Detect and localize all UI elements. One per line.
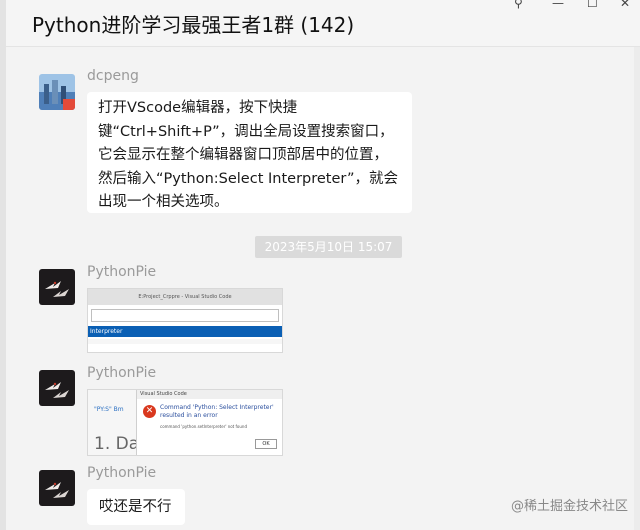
image-selected-option: Interpreter xyxy=(88,326,282,337)
image-ok-button: OK xyxy=(255,439,277,449)
image-bg-small-text: "PY:S" Bm xyxy=(94,406,124,413)
watermark: @稀土掘金技术社区 xyxy=(510,499,628,514)
image-error-dialog: Visual Studio Code ✕ Command 'Python: Se… xyxy=(136,390,282,455)
image-attachment[interactable]: E:Project_Crppre - Visual Studio Code In… xyxy=(87,288,283,353)
image-attachment[interactable]: "PY:S" Bm 1. Dat Visual Studio Code ✕ Co… xyxy=(87,389,283,456)
sender-name: PythonPie xyxy=(87,264,157,280)
chat-header: Python进阶学习最强王者1群 (142) ⚲ — ☐ ✕ xyxy=(6,0,640,46)
sender-name: PythonPie xyxy=(87,465,157,481)
message-bubble[interactable]: 哎还是不行 xyxy=(87,489,185,525)
chat-area[interactable]: dcpeng 打开VScode编辑器，按下快捷键“Ctrl+Shift+P”，调… xyxy=(6,47,640,530)
image-error-line1: Command 'Python: Select Interpreter' xyxy=(160,404,274,411)
group-title: Python进阶学习最强王者1群 (142) xyxy=(32,13,355,37)
minimize-button[interactable]: — xyxy=(552,0,564,10)
message-text: 哎还是不行 xyxy=(99,499,172,515)
image-dialog-title: Visual Studio Code xyxy=(137,390,282,399)
image-search-box xyxy=(91,309,279,322)
maximize-button[interactable]: ☐ xyxy=(587,0,598,10)
error-icon: ✕ xyxy=(143,405,156,418)
close-button[interactable]: ✕ xyxy=(620,0,630,10)
scrollbar-track[interactable] xyxy=(634,47,640,530)
sender-name: dcpeng xyxy=(87,68,139,84)
timestamp: 2023年5月10日 15:07 xyxy=(255,236,402,258)
message-text: 打开VScode编辑器，按下快捷键“Ctrl+Shift+P”，调出全局设置搜索… xyxy=(98,100,398,210)
image-option-row xyxy=(88,339,282,344)
image-window-title: E:Project_Crppre - Visual Studio Code xyxy=(88,289,282,305)
avatar[interactable] xyxy=(39,370,75,406)
sender-name: PythonPie xyxy=(87,365,157,381)
avatar[interactable] xyxy=(39,74,75,110)
message-bubble[interactable]: 打开VScode编辑器，按下快捷键“Ctrl+Shift+P”，调出全局设置搜索… xyxy=(87,92,412,213)
pin-icon[interactable]: ⚲ xyxy=(514,0,523,10)
avatar[interactable] xyxy=(39,269,75,305)
avatar[interactable] xyxy=(39,470,75,506)
image-error-line2: resulted in an error xyxy=(160,412,218,419)
image-error-detail: command 'python.setInterpreter' not foun… xyxy=(160,424,247,429)
